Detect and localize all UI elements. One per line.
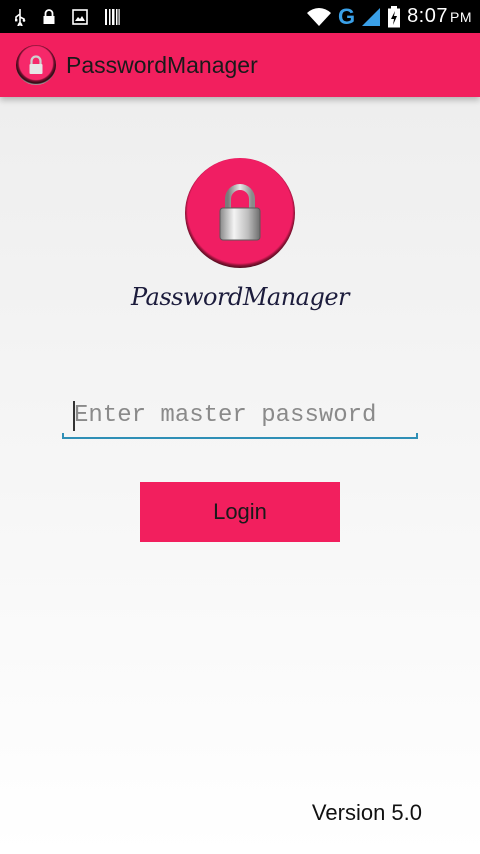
clock: 8:07 PM — [407, 5, 472, 28]
battery-charging-icon — [387, 5, 401, 28]
app-title: PasswordManager — [66, 51, 258, 78]
wifi-icon — [306, 7, 332, 27]
status-left-icons — [14, 8, 120, 26]
clock-time: 8:07 — [407, 5, 448, 27]
master-password-field[interactable] — [62, 393, 418, 441]
padlock-icon — [185, 158, 295, 268]
brand-text: PasswordManager — [130, 283, 350, 311]
input-underline — [62, 433, 418, 439]
login-button[interactable]: Login — [140, 482, 340, 542]
network-type-label: G — [337, 3, 356, 29]
usb-icon — [14, 8, 26, 26]
app-bar: PasswordManager — [0, 33, 480, 97]
lock-icon — [42, 8, 56, 25]
signal-icon — [361, 7, 381, 27]
app-logo-icon[interactable] — [16, 45, 56, 85]
image-icon — [72, 8, 88, 25]
text-cursor — [73, 401, 75, 431]
master-password-input[interactable] — [62, 393, 418, 437]
version-label: Version 5.0 — [311, 800, 422, 825]
clock-ampm: PM — [450, 9, 472, 25]
status-right-icons: G 8:07 PM — [306, 5, 472, 28]
barcode-icon — [104, 8, 120, 26]
status-bar: G 8:07 PM — [0, 0, 480, 33]
